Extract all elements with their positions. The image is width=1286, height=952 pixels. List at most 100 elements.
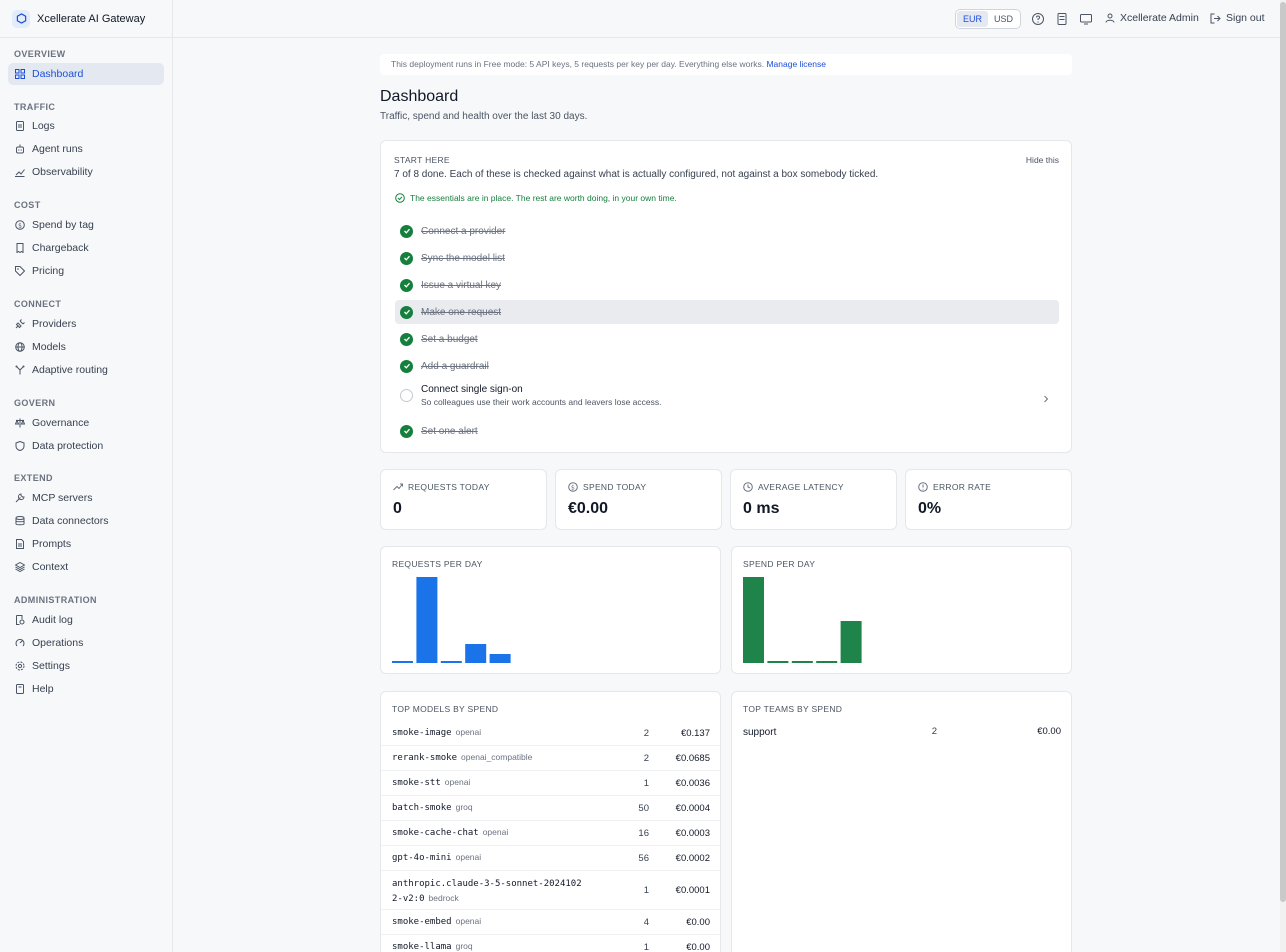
stat-average-latency: AVERAGE LATENCY 0 ms	[730, 469, 897, 530]
model-row[interactable]: smoke-cache-chat openai 16 €0.0003	[381, 821, 720, 846]
sidebar-item-spend-by-tag[interactable]: $ Spend by tag	[8, 214, 164, 236]
model-id: smoke-llama	[392, 942, 452, 952]
sidebar-item-data-connectors[interactable]: Data connectors	[8, 510, 164, 532]
sidebar-item-label: Data protection	[32, 440, 104, 452]
check-icon	[400, 224, 413, 238]
sidebar-item-agent-runs[interactable]: Agent runs	[8, 138, 164, 160]
sign-out-button[interactable]: Sign out	[1210, 12, 1265, 24]
coin-icon: $	[15, 220, 25, 230]
model-row[interactable]: gpt-4o-mini openai 56 €0.0002	[381, 846, 720, 871]
onboarding-step[interactable]: Issue a virtual key	[395, 273, 1059, 297]
plug-icon	[15, 319, 25, 329]
sidebar-item-label: Settings	[32, 660, 70, 672]
chart-bar	[489, 654, 511, 663]
sidebar-item-label: Data connectors	[32, 515, 109, 527]
sidebar-item-models[interactable]: Models	[8, 336, 164, 358]
model-row[interactable]: smoke-llama groq 1 €0.00	[381, 935, 720, 952]
sidebar-item-mcp-servers[interactable]: MCP servers	[8, 487, 164, 509]
model-request-count: 4	[643, 916, 649, 928]
model-row[interactable]: rerank-smoke openai_compatible 2 €0.0685	[381, 746, 720, 771]
sidebar-item-label: Dashboard	[32, 68, 84, 80]
step-text: Make one request	[421, 307, 501, 318]
sidebar-item-label: Governance	[32, 417, 90, 429]
step-text: Set a budget	[421, 334, 478, 345]
manage-license-link[interactable]: Manage license	[766, 59, 826, 69]
currency-eur-option[interactable]: EUR	[957, 11, 989, 27]
sidebar-item-observability[interactable]: Observability	[8, 161, 164, 183]
sidebar-item-audit-log[interactable]: Audit log	[8, 609, 164, 631]
model-row[interactable]: smoke-embed openai 4 €0.00	[381, 910, 720, 935]
step-label: Connect single sign-on	[421, 383, 523, 395]
dashboard-icon	[15, 69, 25, 79]
sidebar-item-label: Audit log	[32, 614, 73, 626]
sidebar-item-operations[interactable]: Operations	[8, 632, 164, 654]
sidebar-item-adaptive-routing[interactable]: Adaptive routing	[8, 359, 164, 381]
check-icon	[400, 305, 413, 319]
sidebar-item-prompts[interactable]: Prompts	[8, 533, 164, 555]
sidebar-item-pricing[interactable]: Pricing	[8, 260, 164, 282]
model-cost: €0.00	[686, 916, 710, 928]
scrollbar-thumb[interactable]	[1280, 2, 1286, 902]
check-icon	[400, 251, 413, 265]
step-text: Set one alert	[421, 426, 478, 437]
check-icon	[400, 278, 413, 292]
brand[interactable]: Xcellerate AI Gateway	[0, 0, 172, 38]
model-provider: groq	[455, 802, 473, 812]
requests-per-day-card: REQUESTS PER DAY	[380, 546, 721, 674]
model-provider: groq	[455, 941, 473, 951]
onboarding-step[interactable]: Make one request	[395, 300, 1059, 324]
model-row[interactable]: smoke-image openai 2 €0.137	[381, 721, 720, 746]
onboarding-step[interactable]: Connect single sign-on So colleagues use …	[395, 381, 1059, 409]
sidebar-item-label: Pricing	[32, 265, 65, 277]
currency-usd-option[interactable]: USD	[988, 11, 1019, 27]
nav-section-cost: COST	[14, 200, 41, 210]
calculator-icon[interactable]	[1055, 12, 1069, 26]
sidebar-item-chargeback[interactable]: Chargeback	[8, 237, 164, 259]
model-request-count: 16	[638, 827, 649, 839]
model-name: smoke-embed openai	[392, 914, 632, 929]
model-request-count: 1	[643, 884, 649, 896]
model-name: batch-smoke groq	[392, 800, 632, 815]
model-row[interactable]: smoke-stt openai 1 €0.0036	[381, 771, 720, 796]
scrollbar[interactable]	[1280, 0, 1286, 952]
nav-section-govern: GOVERN	[14, 398, 56, 408]
model-name: smoke-stt openai	[392, 775, 632, 790]
model-row[interactable]: batch-smoke groq 50 €0.0004	[381, 796, 720, 821]
model-row[interactable]: anthropic.claude-3-5-sonnet-20241022-v2:…	[381, 871, 720, 910]
user-menu[interactable]: Xcellerate Admin	[1105, 12, 1199, 24]
onboarding-step[interactable]: Connect a provider	[395, 219, 1059, 243]
svg-text:$: $	[571, 484, 575, 491]
monitor-icon[interactable]	[1079, 12, 1093, 26]
team-row[interactable]: support 2 €0.00	[732, 721, 1071, 746]
sidebar-item-context[interactable]: Context	[8, 556, 164, 578]
sidebar-item-settings[interactable]: Settings	[8, 655, 164, 677]
sidebar-item-label: Adaptive routing	[32, 364, 108, 376]
hide-this-button[interactable]: Hide this	[1026, 155, 1059, 165]
stat-value: 0	[393, 500, 402, 517]
chart-bar	[392, 661, 413, 663]
sign-out-icon	[1210, 13, 1221, 24]
sidebar-item-governance[interactable]: Governance	[8, 412, 164, 434]
onboarding-step[interactable]: Set a budget	[395, 327, 1059, 351]
step-label: Set a budget	[421, 333, 478, 345]
sidebar-item-logs[interactable]: Logs	[8, 115, 164, 137]
onboarding-step[interactable]: Set one alert	[395, 419, 1059, 443]
sidebar-item-data-protection[interactable]: Data protection	[8, 435, 164, 457]
sidebar-item-dashboard[interactable]: Dashboard	[8, 63, 164, 85]
model-cost: €0.0003	[675, 827, 710, 839]
step-text: Issue a virtual key	[421, 280, 501, 291]
nav-section-overview: OVERVIEW	[14, 49, 66, 59]
onboarding-step[interactable]: Sync the model list	[395, 246, 1059, 270]
essentials-status: The essentials are in place. The rest ar…	[395, 193, 677, 203]
step-label: Add a guardrail	[421, 360, 489, 372]
team-name: support	[743, 727, 777, 738]
sidebar-item-help[interactable]: Help	[8, 678, 164, 700]
chart-title: SPEND PER DAY	[743, 559, 816, 569]
bot-icon	[15, 144, 25, 154]
help-circle-icon[interactable]	[1031, 12, 1045, 26]
stat-requests-today: REQUESTS TODAY 0	[380, 469, 547, 530]
model-provider: bedrock	[428, 893, 459, 903]
onboarding-step[interactable]: Add a guardrail	[395, 354, 1059, 378]
sidebar-item-providers[interactable]: Providers	[8, 313, 164, 335]
model-request-count: 1	[643, 777, 649, 789]
